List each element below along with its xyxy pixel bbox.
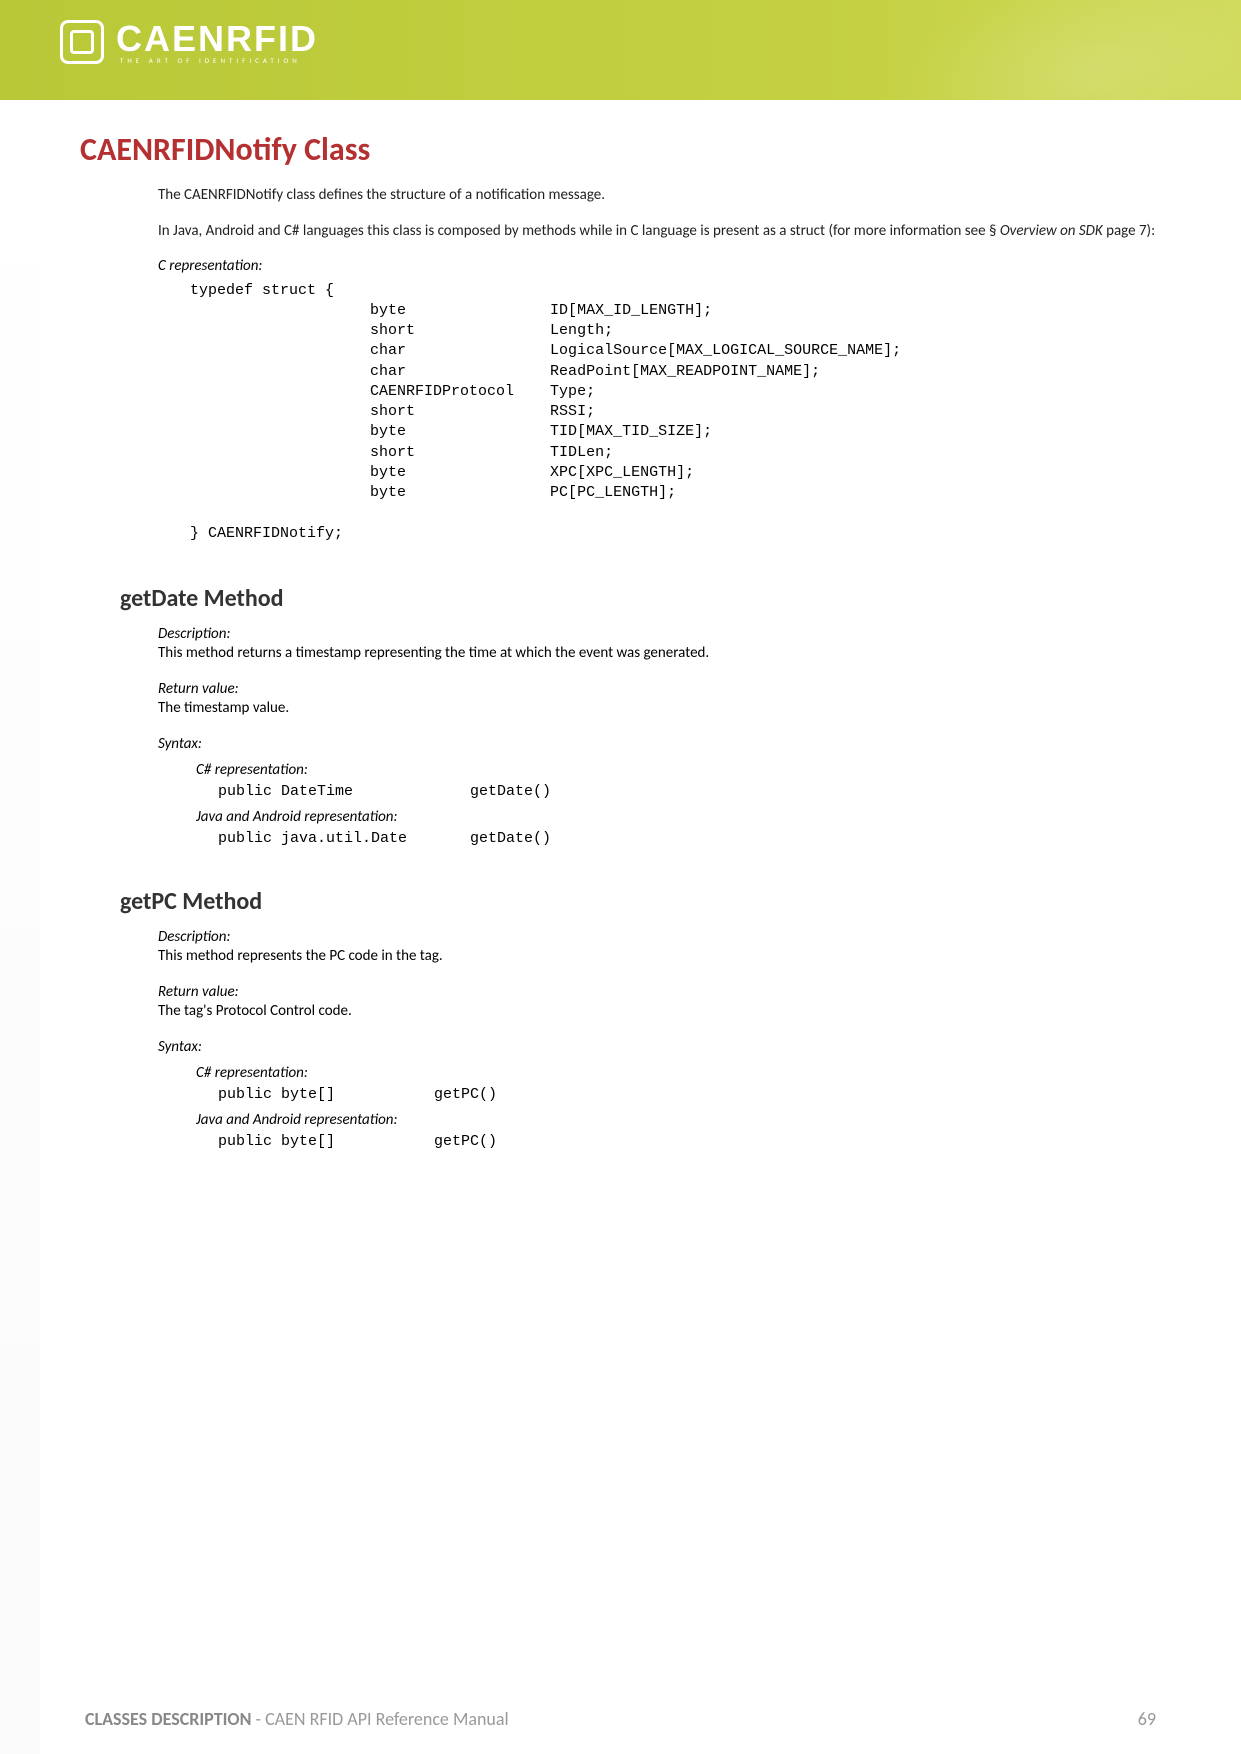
getdate-desc-text: This method returns a timestamp represen… [158,643,1161,664]
intro-p2: In Java, Android and C# languages this c… [158,221,1161,243]
getdate-csharp-label: C# representation: [196,761,1161,779]
getdate-title: getDate Method [120,584,1161,613]
footer: CLASSES DESCRIPTION - CAEN RFID API Refe… [0,1684,1241,1754]
intro-p2-em: Overview on SDK [1000,222,1103,240]
getdate-body: Description: This method returns a times… [158,625,1161,847]
header-band: CAENRFID THE ART OF IDENTIFICATION [0,0,1241,100]
intro-p2-b: page 7): [1103,222,1155,240]
intro-p1: The CAENRFIDNotify class defines the str… [158,185,1161,207]
getpc-desc-label: Description: [158,928,1161,946]
getdate-ret-label: Return value: [158,680,1161,698]
page-title: CAENRFIDNotify Class [80,130,1161,169]
getpc-csharp-label: C# representation: [196,1064,1161,1082]
c-rep-label: C representation: [158,257,1161,275]
getdate-desc-label: Description: [158,625,1161,643]
footer-section: CLASSES DESCRIPTION [85,1708,251,1730]
getpc-title: getPC Method [120,887,1161,916]
getdate-java-code: public java.util.Date getDate() [218,830,1161,847]
getdate-java-label: Java and Android representation: [196,808,1161,826]
getpc-body: Description: This method represents the … [158,928,1161,1150]
getpc-desc-text: This method represents the PC code in th… [158,946,1161,967]
getpc-csharp-code: public byte[] getPC() [218,1086,1161,1103]
footer-text: CLASSES DESCRIPTION - CAEN RFID API Refe… [85,1708,509,1730]
getpc-java-label: Java and Android representation: [196,1111,1161,1129]
logo-icon [60,20,104,64]
footer-doc: - CAEN RFID API Reference Manual [251,1708,508,1730]
intro-p2-a: In Java, Android and C# languages this c… [158,222,1000,240]
c-rep-code: typedef struct { byte ID[MAX_ID_LENGTH];… [190,281,1161,544]
getdate-ret-text: The timestamp value. [158,698,1161,719]
logo-text-wrap: CAENRFID THE ART OF IDENTIFICATION [116,18,318,65]
logo: CAENRFID THE ART OF IDENTIFICATION [60,18,318,65]
getpc-java-code: public byte[] getPC() [218,1133,1161,1150]
footer-page: 69 [1138,1708,1156,1730]
getdate-csharp-code: public DateTime getDate() [218,783,1161,800]
getpc-syntax-label: Syntax: [158,1038,1161,1056]
getdate-syntax-label: Syntax: [158,735,1161,753]
page-content: CAENRFIDNotify Class The CAENRFIDNotify … [0,100,1241,1150]
getpc-ret-text: The tag's Protocol Control code. [158,1001,1161,1022]
logo-sub-text: THE ART OF IDENTIFICATION [120,56,318,65]
intro-block: The CAENRFIDNotify class defines the str… [158,185,1161,243]
getpc-ret-label: Return value: [158,983,1161,1001]
logo-main-text: CAENRFID [116,18,318,60]
